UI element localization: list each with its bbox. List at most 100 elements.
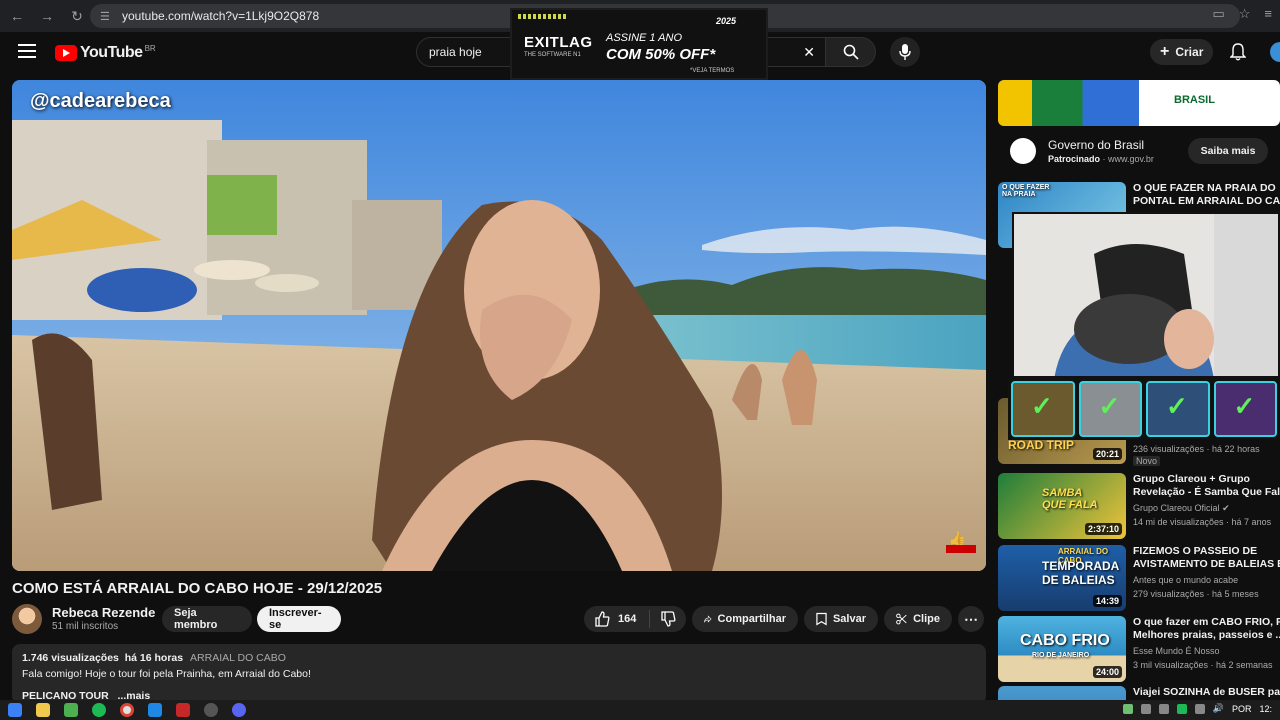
youtube-play-icon xyxy=(55,45,77,61)
discord-icon[interactable] xyxy=(232,703,246,717)
description-text: Fala comigo! Hoje o tour foi pela Prainh… xyxy=(22,668,311,680)
clip-button[interactable]: Clipe xyxy=(884,606,952,632)
site-settings-icon[interactable]: ☰ xyxy=(100,10,116,23)
sponsor-avatar xyxy=(1010,138,1036,164)
ad-brand: EXITLAG xyxy=(524,34,593,51)
video-duration: 24:00 xyxy=(1092,666,1122,678)
recommendation-title[interactable]: Grupo Clareou + Grupo Revelação - É Samb… xyxy=(1133,473,1280,499)
sponsored-label: Patrocinado xyxy=(1048,154,1101,164)
microphone-icon xyxy=(899,44,911,60)
join-member-button[interactable]: Seja membro xyxy=(162,606,252,632)
search-button[interactable] xyxy=(826,37,876,67)
spotify-icon[interactable] xyxy=(92,703,106,717)
dislike-button[interactable] xyxy=(650,611,686,627)
taskbar-app-icon[interactable] xyxy=(176,703,190,717)
recommendation-title[interactable]: Viajei SOZINHA de BUSER para xyxy=(1133,686,1280,699)
recommendation-thumbnail[interactable]: CABO FRIO RIO DE JANEIRO 24:00 xyxy=(998,616,1126,682)
tray-icon[interactable] xyxy=(1140,703,1151,714)
video-overlay-handle: @cadearebeca xyxy=(30,90,171,112)
reading-list-icon[interactable]: ≡ xyxy=(1264,6,1272,22)
recommendation-item[interactable]: ARRAIAL DO CABO TEMPORADA DE BALEIAS 14:… xyxy=(998,545,1280,611)
start-windows-icon[interactable] xyxy=(8,703,22,717)
ad-line1: ASSINE 1 ANO xyxy=(606,32,683,44)
taskbar-app-icon[interactable] xyxy=(64,703,78,717)
voice-search-button[interactable] xyxy=(890,37,920,67)
volume-icon[interactable]: 🔊 xyxy=(1213,703,1224,714)
location-tag[interactable]: ARRAIAL DO CABO xyxy=(190,652,286,664)
share-label: Compartilhar xyxy=(717,613,786,625)
recommendation-title[interactable]: O QUE FAZER NA PRAIA DO PONTAL EM ARRAIA… xyxy=(1133,182,1280,208)
system-tray: 🔊 POR 12: xyxy=(1122,703,1272,714)
recommendation-title[interactable]: FIZEMOS O PASSEIO DE AVISTAMENTO DE BALE… xyxy=(1133,545,1280,571)
video-duration: 14:39 xyxy=(1092,595,1122,607)
thumbnail-text: CABO FRIO xyxy=(1020,632,1110,649)
thumbnail-text: O QUE FAZER NA PRAIA xyxy=(1002,184,1050,198)
sponsored-ad-image[interactable]: BRASIL xyxy=(998,80,1280,126)
tray-icon[interactable] xyxy=(1194,703,1205,714)
like-button[interactable]: 164 xyxy=(584,610,650,628)
check-badge-icon xyxy=(1078,381,1142,437)
thumbs-down-icon xyxy=(661,611,676,627)
check-badge-icon xyxy=(1146,381,1210,437)
title-line-2: Revelação - É Samba Que Fala xyxy=(1133,486,1280,498)
bookmark-star-icon[interactable]: ☆ xyxy=(1239,6,1251,22)
more-actions-icon[interactable]: ⋯ xyxy=(958,606,984,632)
forward-icon[interactable]: → xyxy=(34,3,60,29)
menu-icon[interactable] xyxy=(18,44,36,58)
channel-avatar[interactable] xyxy=(12,604,42,634)
recommendation-channel[interactable]: Antes que o mundo acabe xyxy=(1133,575,1238,585)
recommendation-title[interactable]: O que fazer em CABO FRIO, RJ Melhores pr… xyxy=(1133,616,1280,642)
file-explorer-icon[interactable] xyxy=(36,703,50,717)
description-meta: 1.746 visualizações há 16 horas ARRAIAL … xyxy=(22,652,976,664)
thumbnail-text: TEMPORADA DE BALEIAS xyxy=(1042,559,1119,587)
recommendation-thumbnail[interactable]: SAMBA QUE FALA 2:37:10 xyxy=(998,473,1126,539)
taskbar-app-icon[interactable] xyxy=(148,703,162,717)
new-badge: Novo xyxy=(1133,456,1161,466)
description-box[interactable]: 1.746 visualizações há 16 horas ARRAIAL … xyxy=(12,644,986,704)
clear-search-icon[interactable]: ✕ xyxy=(803,44,815,61)
title-line-2: PONTAL EM ARRAIAL DO CAB xyxy=(1133,195,1280,207)
verified-icon: ✔ xyxy=(1222,503,1230,513)
saiba-mais-button[interactable]: Saiba mais xyxy=(1188,138,1268,164)
reload-icon[interactable]: ↻ xyxy=(64,3,90,29)
chrome-icon[interactable] xyxy=(120,703,134,717)
ad-stripes xyxy=(518,14,568,19)
search-icon xyxy=(843,44,859,60)
tray-icon[interactable] xyxy=(1122,703,1133,714)
steam-icon[interactable] xyxy=(204,703,218,717)
channel-label: Grupo Clareou Oficial xyxy=(1133,503,1220,513)
recommendation-thumbnail[interactable] xyxy=(998,686,1126,700)
save-button[interactable]: Salvar xyxy=(804,606,878,632)
notifications-bell-icon[interactable] xyxy=(1229,43,1247,66)
share-button[interactable]: Compartilhar xyxy=(692,606,798,632)
account-avatar[interactable] xyxy=(1270,42,1280,62)
tray-icon[interactable] xyxy=(1176,703,1187,714)
tray-icon[interactable] xyxy=(1158,703,1169,714)
video-player[interactable]: @cadearebeca 👍 xyxy=(12,80,986,571)
keyboard-language[interactable]: POR xyxy=(1232,704,1252,714)
exitlag-ad-banner[interactable]: 2025 EXITLAG THE SOFTWARE N1 ASSINE 1 AN… xyxy=(510,8,768,80)
video-duration: 2:37:10 xyxy=(1084,523,1122,535)
recommendation-channel[interactable]: Esse Mundo É Nosso xyxy=(1133,646,1220,656)
thumbnail-text: ROAD TRIP xyxy=(1008,438,1074,452)
channel-name[interactable]: Rebeca Rezende xyxy=(52,605,155,620)
cast-icon[interactable]: ▭ xyxy=(1212,6,1224,22)
subscribe-button[interactable]: Inscrever-se xyxy=(257,606,341,632)
clock[interactable]: 12: xyxy=(1259,704,1272,714)
sponsor-title[interactable]: Governo do Brasil xyxy=(1048,138,1144,152)
back-icon[interactable]: ← xyxy=(4,3,30,29)
ad-brand-sub: THE SOFTWARE N1 xyxy=(524,52,581,58)
windows-taskbar: 🔊 POR 12: xyxy=(0,700,1280,720)
save-playlist-icon xyxy=(816,612,827,626)
recommendation-item[interactable]: CABO FRIO RIO DE JANEIRO 24:00 O que faz… xyxy=(998,616,1280,682)
screen: ← → ↻ ☰ youtube.com/watch?v=1Lkj9O2Q878 … xyxy=(0,0,1280,720)
recommendation-item[interactable]: SAMBA QUE FALA 2:37:10 Grupo Clareou + G… xyxy=(998,473,1280,539)
scissors-icon xyxy=(896,613,907,625)
recommendation-channel[interactable]: Grupo Clareou Oficial ✔ xyxy=(1133,503,1230,514)
recommendation-item[interactable]: Viajei SOZINHA de BUSER para xyxy=(998,686,1280,700)
recommendation-thumbnail[interactable]: ARRAIAL DO CABO TEMPORADA DE BALEIAS 14:… xyxy=(998,545,1126,611)
save-label: Salvar xyxy=(832,613,866,625)
youtube-logo[interactable]: YouTube BR xyxy=(55,44,156,62)
create-button[interactable]: + Criar xyxy=(1150,39,1214,65)
like-count: 164 xyxy=(618,613,637,625)
